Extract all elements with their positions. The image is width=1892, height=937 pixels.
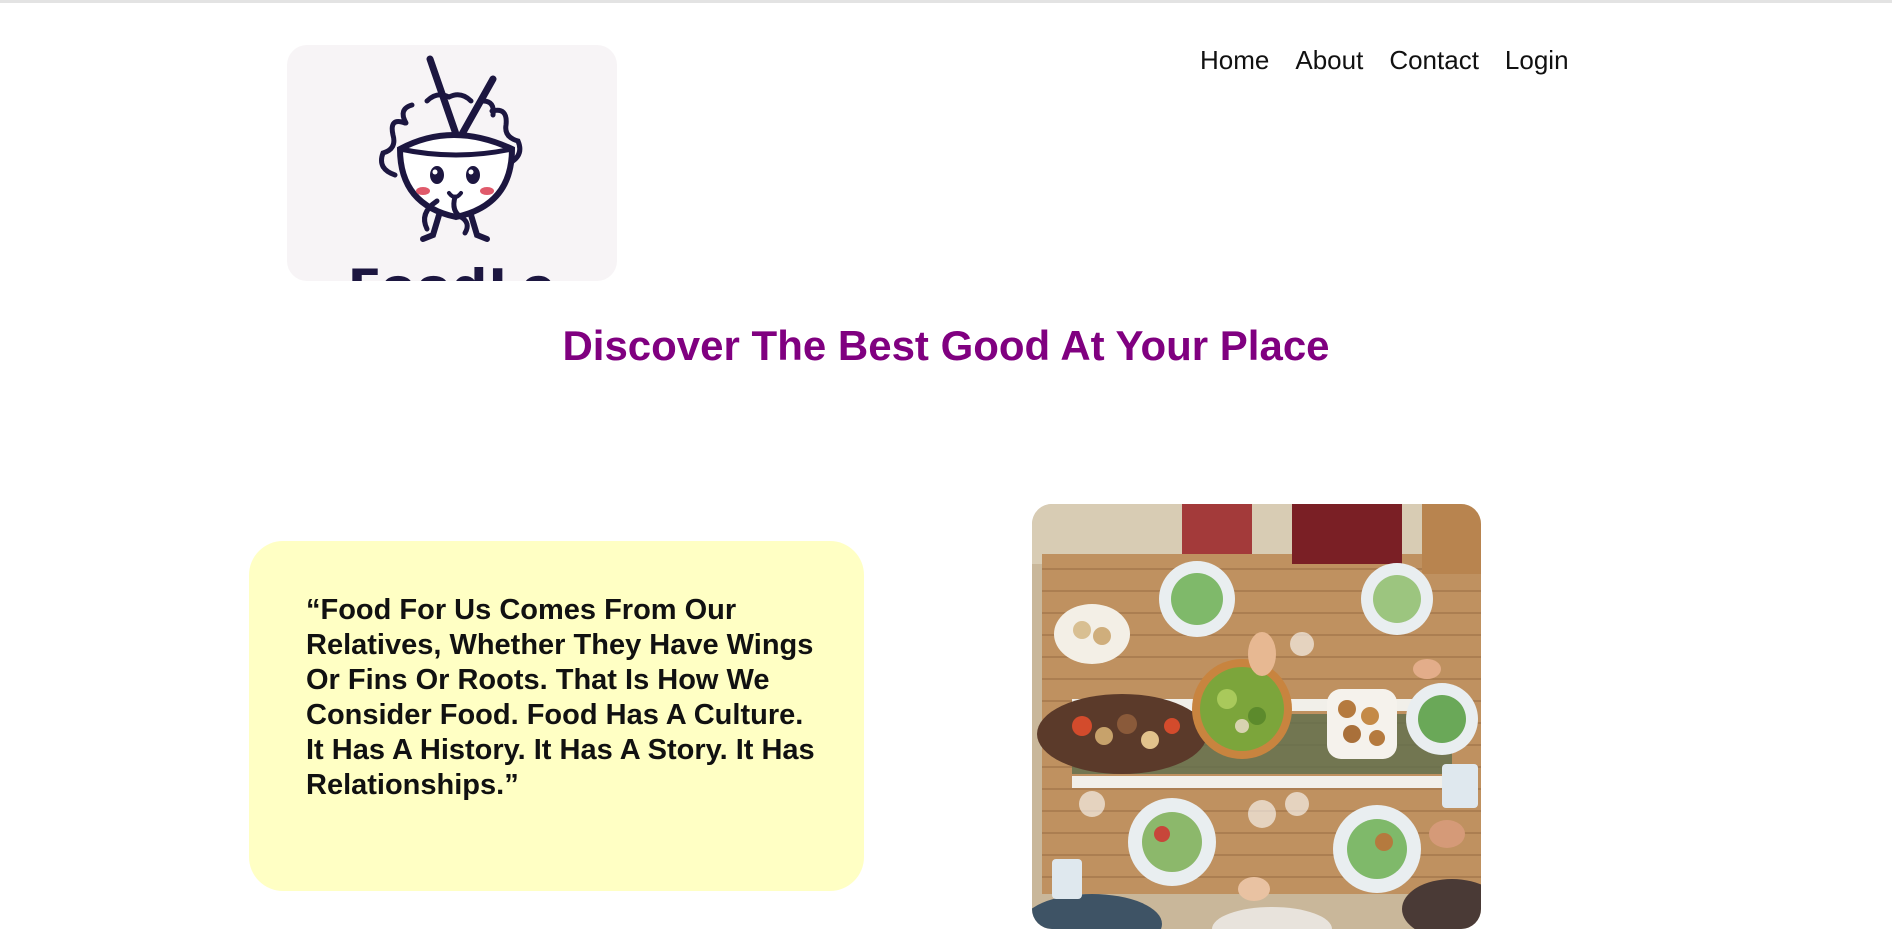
nav-about-link[interactable]: About <box>1295 44 1363 76</box>
quote-card: “Food For Us Comes From Our Relatives, W… <box>249 541 864 891</box>
brand-logo[interactable]: FoodLe <box>287 45 617 281</box>
quote-text: “Food For Us Comes From Our Relatives, W… <box>306 594 815 801</box>
noodle-bowl-mascot-icon <box>379 55 523 242</box>
top-border <box>0 0 1892 3</box>
nav-home-link[interactable]: Home <box>1200 44 1269 76</box>
nav-contact-link[interactable]: Contact <box>1389 44 1479 76</box>
brand-name: FoodLe <box>287 264 617 282</box>
shared-dinner-table-photo <box>1032 504 1481 929</box>
main-nav: Home About Contact Login <box>1200 44 1569 76</box>
hero-headline: Discover The Best Good At Your Place <box>562 322 1330 369</box>
nav-login-link[interactable]: Login <box>1505 44 1569 76</box>
